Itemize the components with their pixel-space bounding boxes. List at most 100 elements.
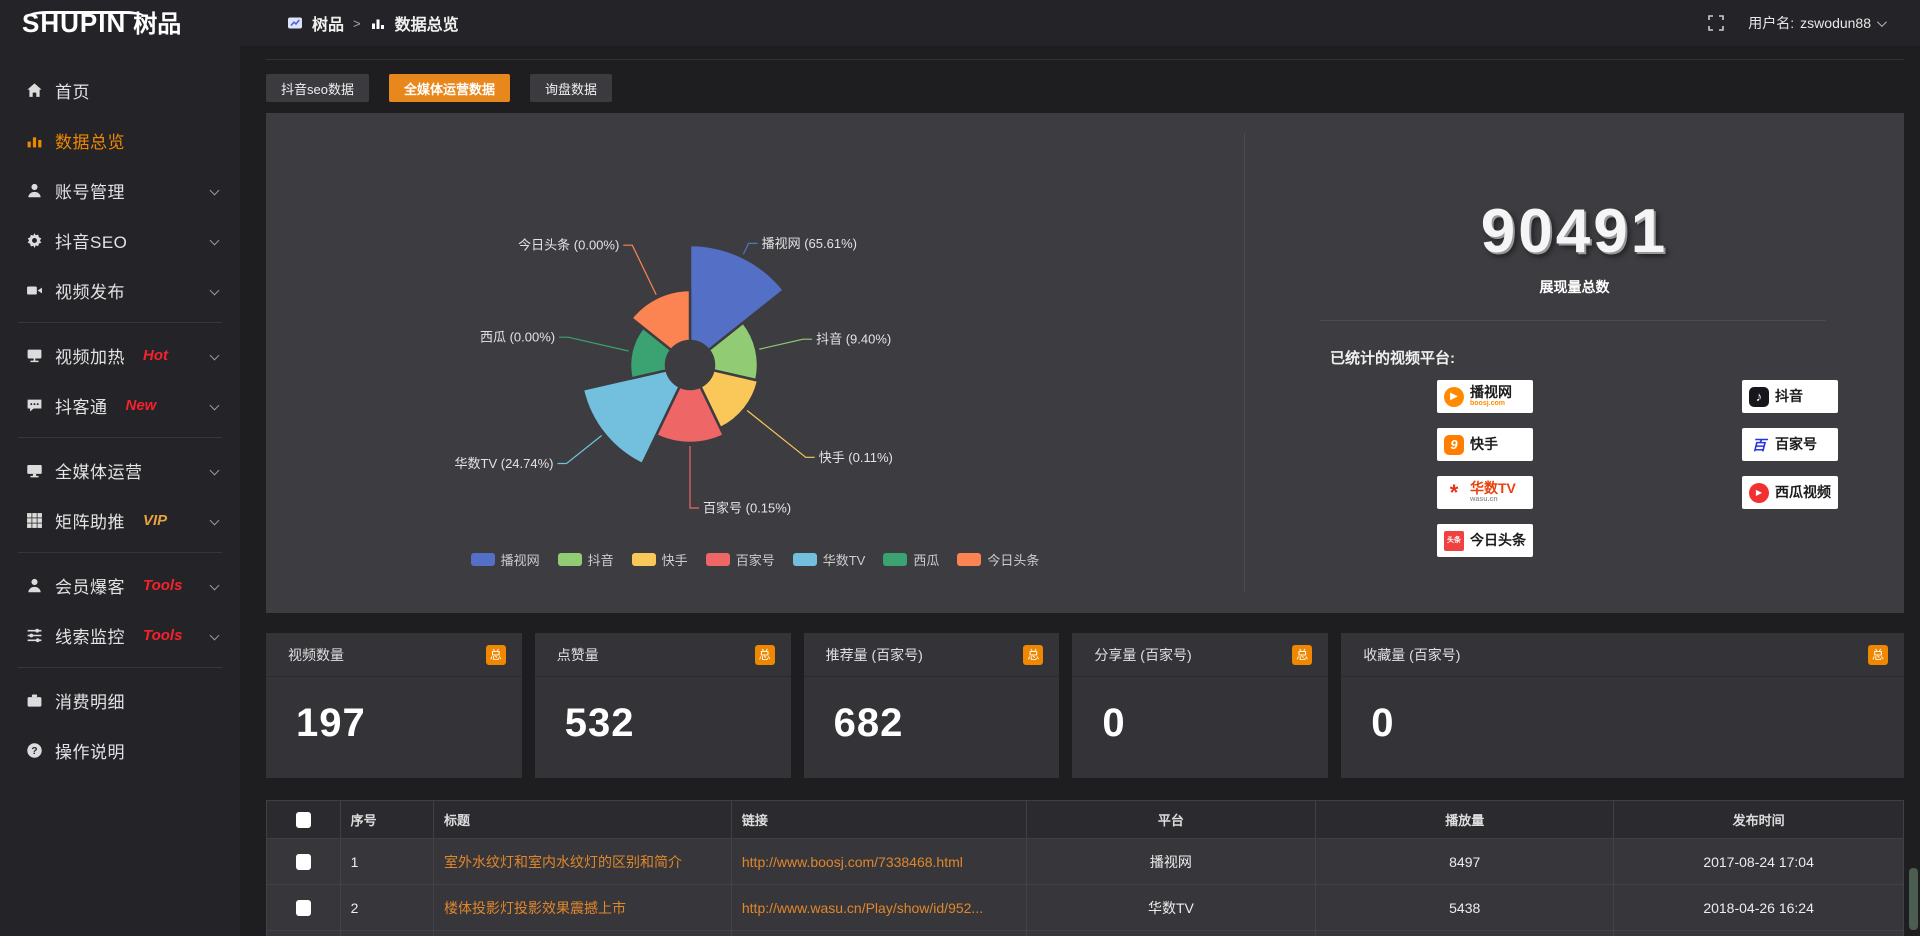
legend-item-播视网[interactable]: 播视网 [471, 550, 540, 569]
platform-badge-kuaishou[interactable]: 9 快手 [1437, 428, 1533, 461]
pie-label: 今日头条 (0.00%) [518, 238, 619, 253]
summary-section: 90491 展现量总数 已统计的视频平台: ▶ 播视网boosj.com 9 快… [1245, 113, 1904, 613]
sidebar-item-data-overview[interactable]: 数据总览 [0, 115, 240, 165]
cell-title[interactable]: 室外水纹灯和室内水纹灯的区别和简介 [433, 839, 731, 885]
total-value: 90491 [1245, 201, 1904, 263]
breadcrumb-current-icon [370, 15, 386, 31]
breadcrumb: 树品 > 数据总览 [287, 11, 459, 35]
pie-label: 百家号 (0.15%) [703, 501, 791, 516]
cell-seq: 1 [340, 839, 433, 885]
platform-badge-boshiwang[interactable]: ▶ 播视网boosj.com [1437, 380, 1533, 413]
sidebar-item-consume-detail[interactable]: 消费明细 [0, 675, 240, 725]
kuaishou-logo-icon: 9 [1444, 435, 1464, 455]
cell-link[interactable]: http://www.boosj.com/7338468.html [731, 839, 1026, 885]
tab-3[interactable]: 询盘数据 [530, 74, 612, 102]
stat-card-total-badge[interactable]: 总 [1868, 645, 1888, 665]
legend-item-抖音[interactable]: 抖音 [558, 550, 614, 569]
cell-link[interactable]: http://www.wasu.cn/Play/show/id/952... [731, 885, 1026, 931]
sidebar-item-douyin-seo[interactable]: 抖音SEO [0, 215, 240, 265]
board-icon [26, 347, 43, 364]
sidebar-badge-tools: Tools [143, 577, 182, 594]
breadcrumb-current[interactable]: 数据总览 [395, 11, 459, 35]
legend-item-快手[interactable]: 快手 [632, 550, 688, 569]
select-all-checkbox[interactable] [296, 812, 311, 828]
legend-item-今日头条[interactable]: 今日头条 [957, 550, 1039, 569]
tab-2[interactable]: 全媒体运营数据 [389, 74, 510, 102]
sidebar-item-label: 抖客通 [55, 393, 108, 418]
grid-icon [26, 512, 43, 529]
platform-badge-washutv[interactable]: * 华数TVwasu.cn [1437, 476, 1533, 509]
cell-empty [340, 931, 433, 936]
stat-card-2: 点赞量 总 532 [535, 633, 791, 778]
stat-card-total-badge[interactable]: 总 [1023, 645, 1043, 665]
breadcrumb-root[interactable]: 树品 [312, 11, 344, 35]
legend-item-西瓜[interactable]: 西瓜 [883, 550, 939, 569]
sidebar-item-media-operation[interactable]: 全媒体运营 [0, 445, 240, 495]
tab-1[interactable]: 抖音seo数据 [266, 74, 369, 102]
sidebar-item-home[interactable]: 首页 [0, 65, 240, 115]
platform-sub: wasu.cn [1470, 496, 1516, 503]
sidebar-item-video-publish[interactable]: 视频发布 [0, 265, 240, 315]
user-menu[interactable]: 用户名: zswodun88 [1748, 13, 1884, 33]
home-icon [26, 82, 43, 99]
table-row-partial [267, 931, 1904, 936]
pie-label-line [743, 243, 757, 254]
svg-text:?: ? [31, 745, 37, 756]
stat-card-total-badge[interactable]: 总 [1292, 645, 1312, 665]
sidebar-item-account-manage[interactable]: 账号管理 [0, 165, 240, 215]
cell-title[interactable]: 楼体投影灯投影效果震撼上市 [433, 885, 731, 931]
stat-card-total-badge[interactable]: 总 [755, 645, 775, 665]
sidebar-item-douketong[interactable]: 抖客通New [0, 380, 240, 430]
pie-slice-4[interactable] [583, 370, 680, 464]
sidebar-badge-hot: Hot [143, 347, 168, 364]
sidebar-item-label: 账号管理 [55, 178, 125, 203]
legend-swatch [706, 553, 730, 566]
app-logo[interactable]: SHUPIN 树品 [0, 10, 240, 37]
stat-card-title: 点赞量 [557, 645, 599, 665]
summary-rule [1320, 320, 1826, 321]
table-body: 1室外水纹灯和室内水纹灯的区别和简介http://www.boosj.com/7… [267, 839, 1904, 936]
platform-badge-baijiahao[interactable]: 百 百家号 [1742, 428, 1838, 461]
legend-swatch [883, 553, 907, 566]
row-checkbox[interactable] [296, 854, 311, 870]
stat-card-header: 点赞量 总 [535, 633, 791, 677]
sidebar-item-clue-monitor[interactable]: 线索监控Tools [0, 610, 240, 660]
logo-arc [26, 11, 146, 24]
breadcrumb-root-icon [287, 15, 303, 31]
platform-name: 西瓜视频 [1775, 485, 1831, 500]
table-header-col-3: 链接 [731, 801, 1026, 839]
cell-empty [433, 931, 731, 936]
sidebar-item-operation-guide[interactable]: ? 操作说明 [0, 725, 240, 775]
sidebar-item-video-heat[interactable]: 视频加热 Hot [0, 330, 240, 380]
chevron-down-icon [210, 401, 220, 411]
person-icon [26, 182, 43, 199]
platform-name: 今日头条 [1470, 533, 1526, 548]
stat-card-total-badge[interactable]: 总 [486, 645, 506, 665]
tab-bar: 抖音seo数据全媒体运营数据询盘数据 [266, 74, 1904, 102]
scrollbar-thumb[interactable] [1909, 868, 1918, 930]
pie-label: 华数TV (24.74%) [455, 456, 554, 471]
cell-checkbox [267, 839, 341, 885]
legend-item-百家号[interactable]: 百家号 [706, 550, 775, 569]
sidebar-item-label: 视频加热 [55, 343, 125, 368]
sidebar-badge-tools: Tools [143, 627, 182, 644]
row-checkbox[interactable] [296, 900, 311, 916]
stat-card-header: 分享量 (百家号) 总 [1072, 633, 1328, 677]
sidebar-item-matrix-boost[interactable]: 矩阵助推VIP [0, 495, 240, 545]
sidebar-divider [18, 437, 222, 438]
stat-card-title: 推荐量 (百家号) [826, 645, 923, 665]
fullscreen-icon[interactable] [1708, 15, 1724, 31]
top-bar: SHUPIN 树品 树品 > 数据总览 用户名: zswodun88 [0, 0, 1920, 46]
main-content: 抖音seo数据全媒体运营数据询盘数据 播视网 (65.61%)抖音 (9.40%… [240, 46, 1920, 936]
table-header-col-4: 平台 [1026, 801, 1316, 839]
bars-icon [26, 132, 43, 149]
cell-seq: 2 [340, 885, 433, 931]
sidebar-divider [18, 322, 222, 323]
pie-label-line [759, 339, 812, 349]
platform-badge-toutiao[interactable]: 头条 今日头条 [1437, 524, 1533, 557]
platform-badge-douyin[interactable]: ♪ 抖音 [1742, 380, 1838, 413]
sidebar-item-member-baoke[interactable]: 会员爆客Tools [0, 560, 240, 610]
wallet-icon [26, 692, 43, 709]
platform-badge-xigua[interactable]: ▶ 西瓜视频 [1742, 476, 1838, 509]
legend-item-华数TV[interactable]: 华数TV [793, 550, 866, 569]
